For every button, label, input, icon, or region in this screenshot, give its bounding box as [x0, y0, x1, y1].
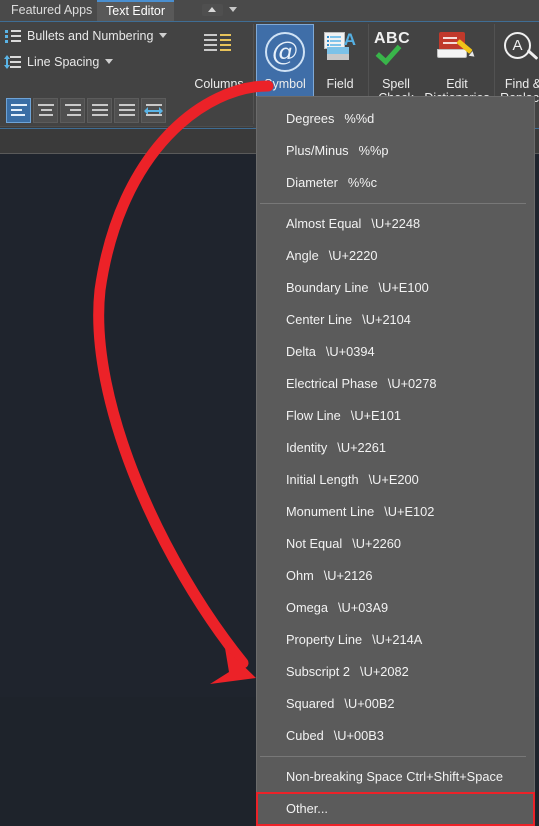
- menu-item-electrical-phase[interactable]: Electrical Phase \U+0278: [257, 368, 534, 400]
- book-pencil-icon: [437, 32, 477, 64]
- bullets-and-numbering-label: Bullets and Numbering: [27, 29, 154, 43]
- field-icon: A: [324, 31, 356, 62]
- menu-item-degrees[interactable]: Degrees %%d: [257, 103, 534, 135]
- menu-item-ohm[interactable]: Ohm \U+2126: [257, 560, 534, 592]
- menu-item-subscript-2[interactable]: Subscript 2 \U+2082: [257, 656, 534, 688]
- menu-separator: [260, 756, 526, 757]
- line-spacing-label: Line Spacing: [27, 55, 100, 69]
- chevron-down-icon[interactable]: [229, 7, 237, 12]
- ribbon-minimize-icon[interactable]: [202, 4, 223, 16]
- paragraph-alignment-group: [6, 98, 166, 123]
- menu-item-flow-line[interactable]: Flow Line \U+E101: [257, 400, 534, 432]
- menu-item-cubed[interactable]: Cubed \U+00B3: [257, 720, 534, 752]
- symbol-dropdown-menu: Degrees %%d Plus/Minus %%p Diameter %%c Alm…: [256, 96, 535, 826]
- line-spacing-button[interactable]: Line Spacing: [4, 51, 114, 73]
- menu-item-delta[interactable]: Delta \U+0394: [257, 336, 534, 368]
- menu-item-omega[interactable]: Omega \U+03A9: [257, 592, 534, 624]
- chevron-down-icon[interactable]: [105, 59, 114, 64]
- tab-text-editor[interactable]: Text Editor: [97, 0, 175, 23]
- align-center-button[interactable]: [33, 98, 58, 123]
- menu-item-non-breaking-space[interactable]: Non-breaking Space Ctrl+Shift+Space: [257, 761, 534, 793]
- columns-button[interactable]: Columns: [188, 24, 250, 125]
- panel-divider: [253, 24, 254, 124]
- tab-featured-apps[interactable]: Featured Apps: [2, 0, 101, 21]
- screenshot-root: Featured Apps Text Editor Bullets and Nu…: [0, 0, 539, 826]
- symbol-label: Symbol: [264, 77, 306, 91]
- align-distributed-button[interactable]: [114, 98, 139, 123]
- menu-item-not-equal[interactable]: Not Equal \U+2260: [257, 528, 534, 560]
- menu-item-angle[interactable]: Angle \U+2220: [257, 240, 534, 272]
- menu-item-other[interactable]: Other...: [256, 792, 535, 826]
- field-label: Field: [326, 77, 354, 91]
- ribbon-tab-strip: Featured Apps Text Editor: [0, 0, 539, 23]
- menu-item-almost-equal[interactable]: Almost Equal \U+2248: [257, 208, 534, 240]
- menu-item-center-line[interactable]: Center Line \U+2104: [257, 304, 534, 336]
- menu-item-initial-length[interactable]: Initial Length \U+E200: [257, 464, 534, 496]
- menu-separator: [260, 203, 526, 204]
- abc-checkmark-icon: ABC: [374, 30, 418, 66]
- menu-item-boundary-line[interactable]: Boundary Line \U+E100: [257, 272, 534, 304]
- align-spacing-button[interactable]: [141, 98, 166, 123]
- magnifier-a-icon: A: [504, 32, 539, 66]
- align-right-button[interactable]: [60, 98, 85, 123]
- columns-icon: [204, 32, 234, 58]
- chevron-down-icon[interactable]: [159, 33, 168, 38]
- line-spacing-icon: [4, 55, 22, 69]
- columns-label: Columns: [194, 77, 244, 91]
- align-justify-button[interactable]: [87, 98, 112, 123]
- ribbon-minimize-control[interactable]: [202, 2, 246, 18]
- menu-item-diameter[interactable]: Diameter %%c: [257, 167, 534, 199]
- menu-item-squared[interactable]: Squared \U+00B2: [257, 688, 534, 720]
- align-left-button[interactable]: [6, 98, 31, 123]
- bullets-and-numbering-button[interactable]: Bullets and Numbering: [4, 25, 168, 47]
- at-symbol-icon: @: [265, 32, 305, 72]
- bullets-icon: [4, 29, 22, 43]
- menu-item-monument-line[interactable]: Monument Line \U+E102: [257, 496, 534, 528]
- menu-item-property-line[interactable]: Property Line \U+214A: [257, 624, 534, 656]
- menu-item-identity[interactable]: Identity \U+2261: [257, 432, 534, 464]
- menu-item-plus-minus[interactable]: Plus/Minus %%p: [257, 135, 534, 167]
